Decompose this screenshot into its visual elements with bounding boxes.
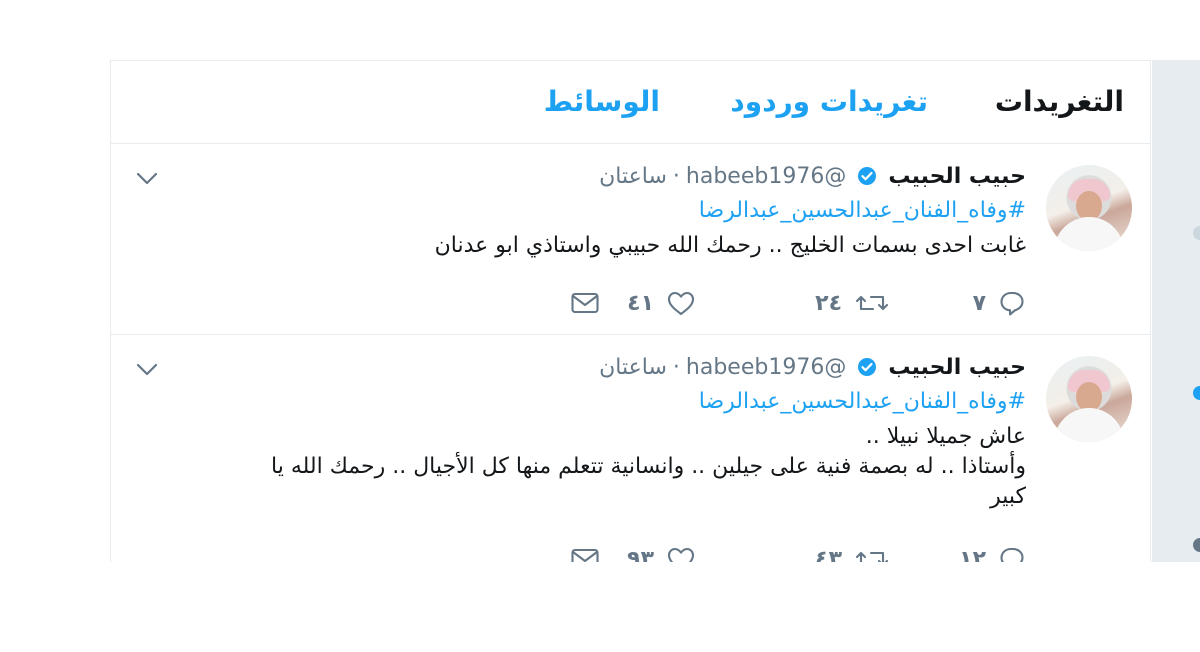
reply-count: ٧ <box>972 290 986 316</box>
page-background-right <box>1152 60 1200 562</box>
message-icon <box>571 548 599 562</box>
tweet[interactable]: حبيب الحبيب @habeeb1976·ساعتان #وفاه_الف… <box>111 143 1150 335</box>
verified-badge-icon <box>858 358 877 376</box>
right-edge-mark <box>1193 538 1200 552</box>
timestamp[interactable]: ساعتان <box>599 164 667 189</box>
separator: · <box>672 355 680 380</box>
display-name[interactable]: حبيب الحبيب <box>888 355 1026 380</box>
timestamp[interactable]: ساعتان <box>599 355 667 380</box>
like-count: ٩٣ <box>627 546 654 563</box>
avatar[interactable] <box>1046 356 1132 442</box>
reply-button[interactable]: ١٢ <box>959 544 1026 562</box>
retweet-button[interactable]: ٤٣ <box>815 544 890 562</box>
tweet-text: غابت احدى بسمات الخليج .. رحمك الله حبيب… <box>156 231 1026 261</box>
tweet-text-line: عاش جميلا نبيلا .. <box>865 424 1026 449</box>
tab-tweets[interactable]: التغريدات <box>995 85 1124 118</box>
like-icon <box>667 291 695 316</box>
direct-message-button[interactable] <box>570 288 600 318</box>
reply-count: ١٢ <box>959 546 986 563</box>
hashtag-link[interactable]: #وفاه_الفنان_عبدالحسين_عبدالرضا <box>699 197 1026 225</box>
like-button[interactable]: ٤١ <box>627 288 696 318</box>
tweet-text: عاش جميلا نبيلا .. وأستاذا .. له بصمة فن… <box>156 422 1026 512</box>
tweet-text-line: غابت احدى بسمات الخليج .. رحمك الله حبيب… <box>434 233 1026 258</box>
retweet-icon <box>855 551 889 562</box>
reply-icon <box>1000 291 1024 316</box>
tweet-header: حبيب الحبيب @habeeb1976·ساعتان <box>599 354 1026 382</box>
tweet-actions: ٧ ٢٤ ٤١ <box>556 288 1026 318</box>
verified-badge-icon <box>858 167 877 185</box>
retweet-button[interactable]: ٢٤ <box>815 288 890 318</box>
reply-icon <box>1000 547 1024 562</box>
tweet[interactable]: حبيب الحبيب @habeeb1976·ساعتان #وفاه_الف… <box>111 334 1150 562</box>
tweet-text-line: كبير <box>990 484 1026 509</box>
like-count: ٤١ <box>627 290 654 316</box>
right-edge-mark <box>1193 386 1200 400</box>
timeline-card: التغريدات تغريدات وردود الوسائط حبيب الح… <box>110 60 1151 562</box>
profile-tabs: التغريدات تغريدات وردود الوسائط <box>111 61 1150 144</box>
handle[interactable]: @habeeb1976 <box>686 164 846 189</box>
like-icon <box>667 547 695 562</box>
avatar[interactable] <box>1046 165 1132 251</box>
handle[interactable]: @habeeb1976 <box>686 355 846 380</box>
right-edge-mark <box>1193 226 1200 240</box>
reply-button[interactable]: ٧ <box>973 288 1026 318</box>
retweet-count: ٤٣ <box>815 546 842 563</box>
retweet-count: ٢٤ <box>815 290 842 316</box>
tweet-text-line: وأستاذا .. له بصمة فنية على جيلين .. وان… <box>271 454 1026 479</box>
retweet-icon <box>855 295 889 311</box>
chevron-down-icon[interactable] <box>135 360 159 378</box>
chevron-down-icon[interactable] <box>135 169 159 187</box>
display-name[interactable]: حبيب الحبيب <box>888 164 1026 189</box>
tab-media[interactable]: الوسائط <box>544 85 660 118</box>
direct-message-button[interactable] <box>570 544 600 562</box>
like-button[interactable]: ٩٣ <box>627 544 696 562</box>
tab-tweets-and-replies[interactable]: تغريدات وردود <box>730 85 928 118</box>
tweet-header: حبيب الحبيب @habeeb1976·ساعتان <box>599 163 1026 191</box>
message-icon <box>571 292 599 314</box>
tweet-actions: ١٢ ٤٣ ٩٣ <box>556 544 1026 562</box>
screenshot: التغريدات تغريدات وردود الوسائط حبيب الح… <box>0 0 1200 562</box>
hashtag-link[interactable]: #وفاه_الفنان_عبدالحسين_عبدالرضا <box>699 388 1026 416</box>
separator: · <box>672 164 680 189</box>
